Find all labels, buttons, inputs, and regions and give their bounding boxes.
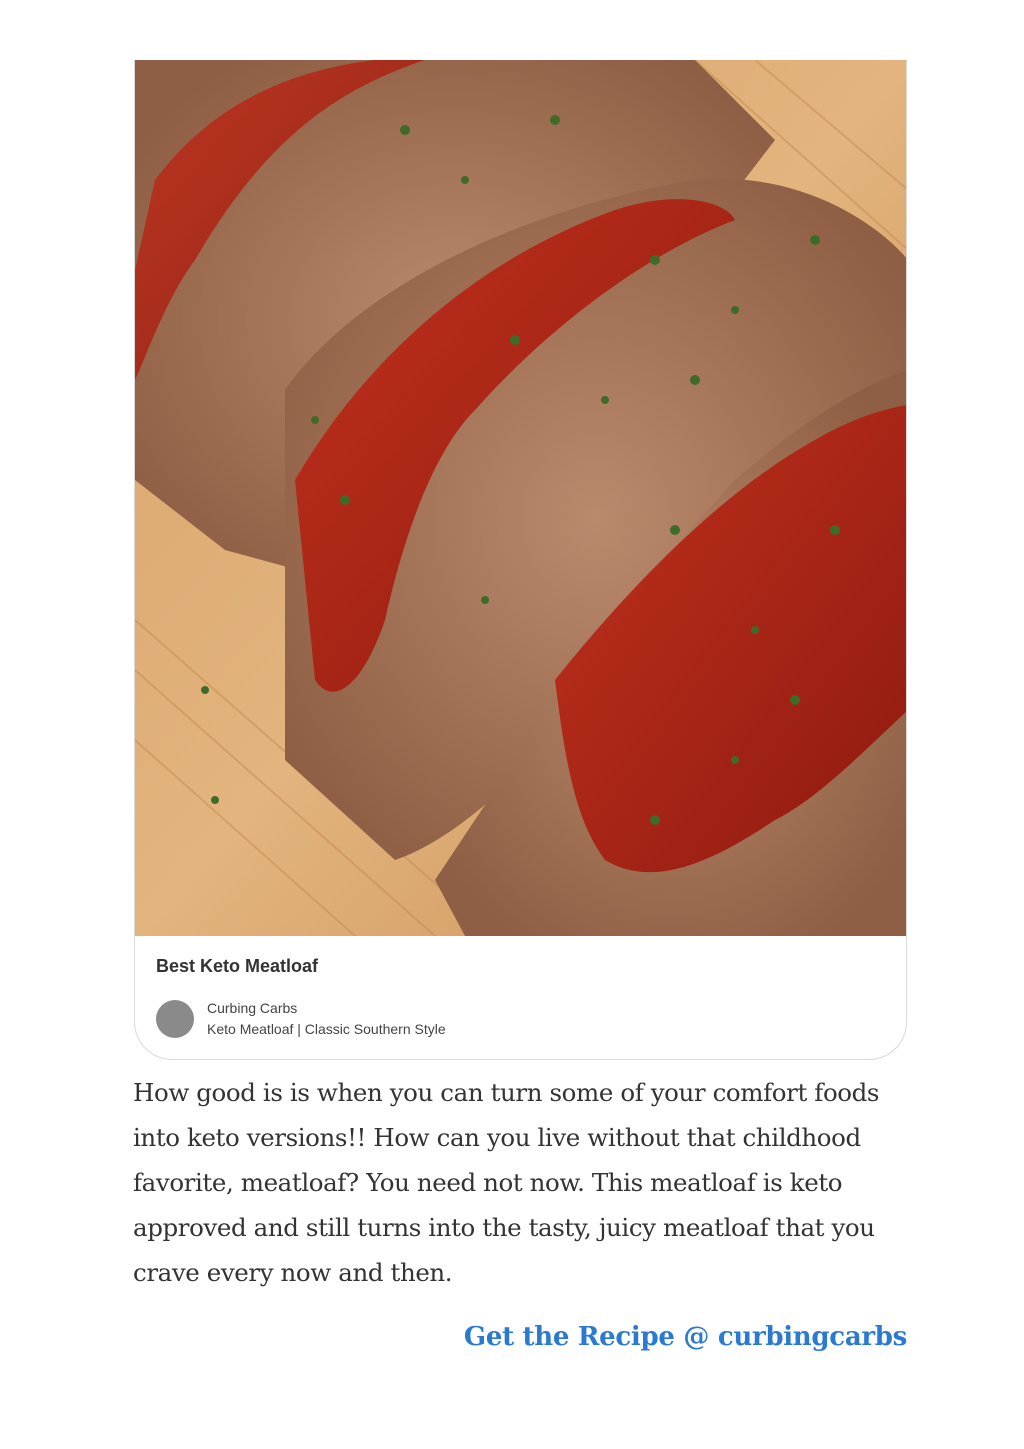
avatar[interactable] [156,1000,194,1038]
author-name[interactable]: Curbing Carbs [207,1000,297,1016]
pin-card[interactable]: Best Keto Meatloaf Curbing Carbs Keto Me… [134,60,907,1060]
get-recipe-link[interactable]: Get the Recipe @ curbingcarbs [464,1322,907,1352]
meatloaf-photo[interactable] [135,60,906,936]
page: Best Keto Meatloaf Curbing Carbs Keto Me… [0,0,1024,1449]
board-name[interactable]: Keto Meatloaf | Classic Southern Style [207,1021,446,1037]
meatloaf-illustration [135,60,906,936]
article-paragraph: How good is is when you can turn some of… [133,1078,880,1287]
pin-title[interactable]: Best Keto Meatloaf [156,956,318,977]
